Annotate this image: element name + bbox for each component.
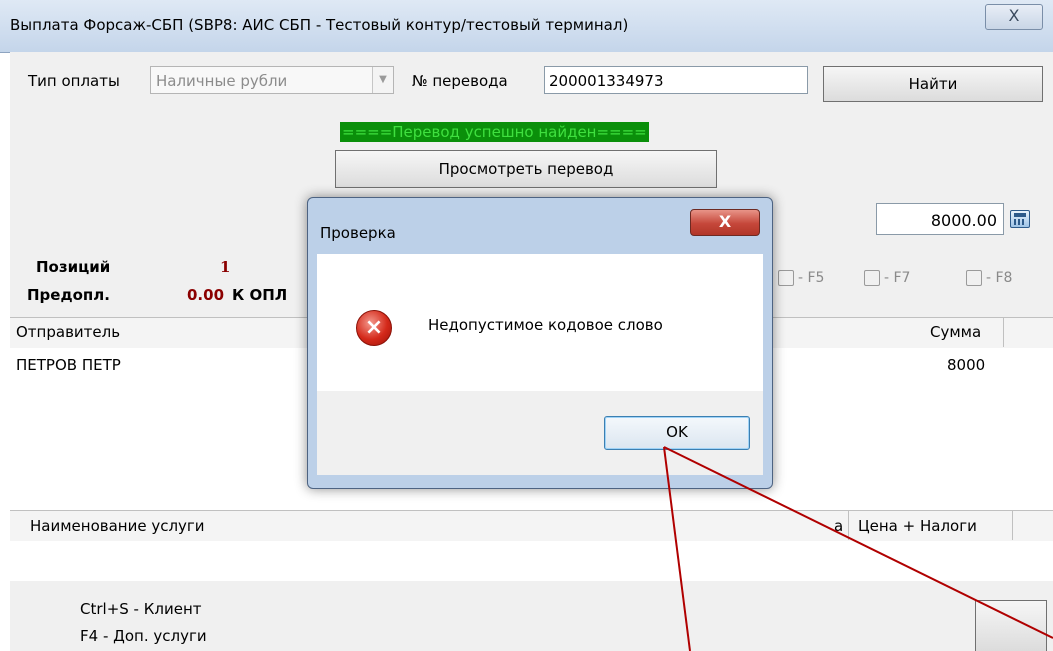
annotation-line-left <box>663 446 691 651</box>
annotation-callout <box>663 446 1053 651</box>
annotation-line-right <box>663 446 1053 639</box>
